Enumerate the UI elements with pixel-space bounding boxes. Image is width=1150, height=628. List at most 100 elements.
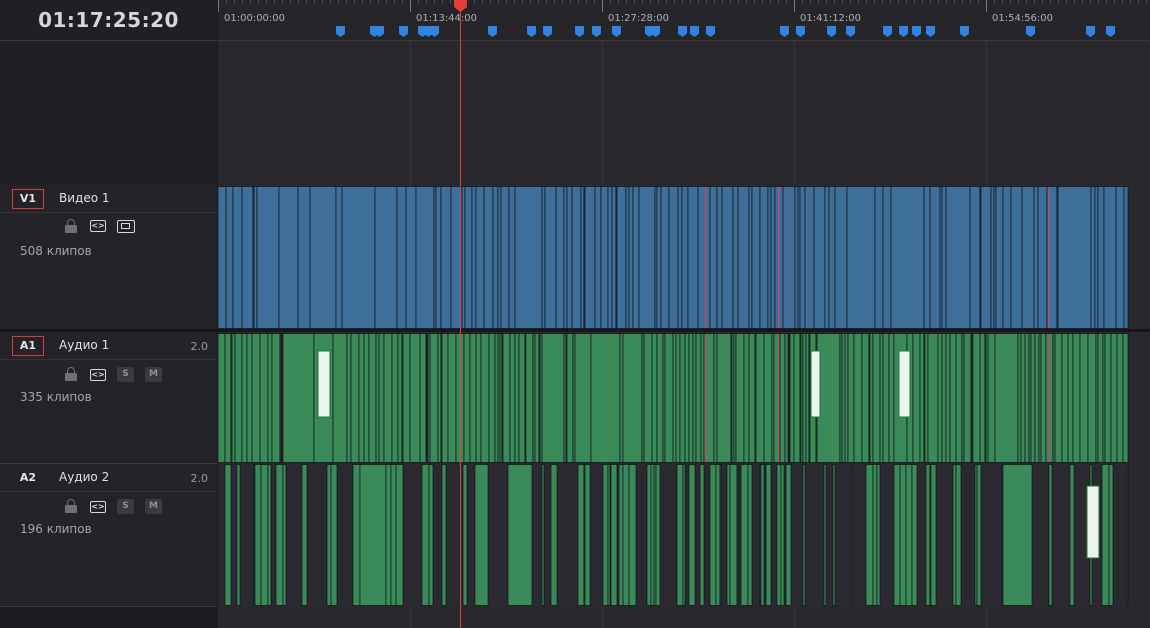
timeline-marker[interactable]	[543, 26, 552, 37]
timeline-marker[interactable]	[527, 26, 536, 37]
timeline-marker[interactable]	[1106, 26, 1115, 37]
timeline-marker[interactable]	[336, 26, 345, 37]
clip	[429, 333, 439, 463]
playhead-line[interactable]	[460, 0, 461, 628]
timeline-marker[interactable]	[575, 26, 584, 37]
clip	[1067, 333, 1074, 463]
timeline-marker[interactable]	[846, 26, 855, 37]
track-header-a1[interactable]: A1 Аудио 1 2.0 <> S M 335 клипов	[0, 332, 217, 464]
clip	[260, 464, 269, 606]
audio1-track-lane[interactable]	[218, 333, 1130, 463]
track-name[interactable]: Аудио 2	[59, 470, 109, 484]
clip	[594, 186, 602, 329]
clip	[525, 333, 534, 463]
clip	[861, 333, 870, 463]
timeline-marker[interactable]	[1026, 26, 1035, 37]
timeline-ruler[interactable]: 01:00:00:00 01:13:44:00 01:27:28:00 01:4…	[218, 0, 1150, 41]
timeline-marker[interactable]	[706, 26, 715, 37]
clip	[692, 333, 697, 463]
clip	[577, 464, 585, 606]
clip	[279, 333, 282, 463]
clip	[675, 333, 681, 463]
timeline-marker[interactable]	[827, 26, 836, 37]
timeline-marker[interactable]	[651, 26, 660, 37]
timeline-marker[interactable]	[678, 26, 687, 37]
timeline-marker[interactable]	[399, 26, 408, 37]
playhead-handle[interactable]	[453, 0, 468, 12]
timeline-marker[interactable]	[612, 26, 621, 37]
clip	[778, 187, 780, 328]
clip	[471, 186, 477, 329]
clip	[494, 333, 499, 463]
lock-icon[interactable]	[65, 367, 77, 382]
clip	[566, 186, 573, 329]
clip	[218, 333, 226, 463]
clip	[1020, 333, 1026, 463]
link-icon[interactable]: <>	[90, 501, 106, 513]
clip	[716, 186, 723, 329]
current-timecode[interactable]: 01:17:25:20	[0, 0, 217, 40]
clip	[566, 333, 574, 463]
track-name[interactable]: Видео 1	[59, 191, 110, 205]
clip	[1021, 186, 1035, 329]
clip	[899, 464, 907, 606]
link-icon[interactable]: <>	[90, 369, 106, 381]
lock-icon[interactable]	[65, 219, 77, 234]
link-icon[interactable]: <>	[90, 220, 106, 232]
video-track-lane[interactable]	[218, 186, 1130, 329]
timeline-marker[interactable]	[912, 26, 921, 37]
audio2-track-lane[interactable]	[218, 464, 1130, 606]
clip	[972, 333, 981, 463]
timeline-marker[interactable]	[1086, 26, 1095, 37]
track-header-a2[interactable]: A2 Аудио 2 2.0 <> S M 196 клипов	[0, 464, 217, 607]
clip	[409, 333, 421, 463]
track-id-badge[interactable]: V1	[12, 189, 44, 209]
clip	[793, 333, 801, 463]
clip	[872, 333, 881, 463]
clip	[677, 186, 683, 329]
clip	[664, 333, 674, 463]
clip	[763, 333, 773, 463]
timeline-marker[interactable]	[960, 26, 969, 37]
timeline-marker[interactable]	[926, 26, 935, 37]
timeline-marker[interactable]	[592, 26, 601, 37]
timeline-marker[interactable]	[796, 26, 805, 37]
mute-button[interactable]: M	[145, 499, 162, 514]
timeline-marker[interactable]	[899, 26, 908, 37]
timeline-marker[interactable]	[690, 26, 699, 37]
clip	[721, 186, 734, 329]
clip	[224, 464, 232, 606]
track-header-v1[interactable]: V1 Видео 1 <> 508 клипов	[0, 185, 217, 330]
clip	[874, 186, 884, 329]
lock-icon[interactable]	[65, 499, 77, 514]
clip	[218, 186, 227, 329]
film-icon[interactable]	[117, 220, 135, 233]
timeline-marker[interactable]	[780, 26, 789, 37]
clip	[912, 333, 921, 463]
clip	[737, 186, 750, 329]
clip	[358, 333, 365, 463]
timeline-marker[interactable]	[883, 26, 892, 37]
clip	[729, 464, 738, 606]
track-name[interactable]: Аудио 1	[59, 338, 109, 352]
clip	[610, 464, 618, 606]
clip	[882, 186, 892, 329]
track-id-badge[interactable]: A1	[12, 336, 44, 356]
timeline-marker[interactable]	[430, 26, 439, 37]
clip	[841, 333, 846, 463]
clip	[619, 333, 624, 463]
clip	[1024, 333, 1030, 463]
clip	[987, 333, 996, 463]
clip	[747, 464, 753, 606]
solo-button[interactable]: S	[117, 367, 134, 382]
clip	[225, 186, 234, 329]
timeline-marker[interactable]	[488, 26, 497, 37]
mute-button[interactable]: M	[145, 367, 162, 382]
clip	[378, 333, 385, 463]
clip	[563, 186, 568, 329]
solo-button[interactable]: S	[117, 499, 134, 514]
clip	[332, 333, 348, 463]
clip	[267, 464, 272, 606]
clip	[341, 186, 376, 329]
track-id-badge[interactable]: A2	[12, 468, 44, 488]
